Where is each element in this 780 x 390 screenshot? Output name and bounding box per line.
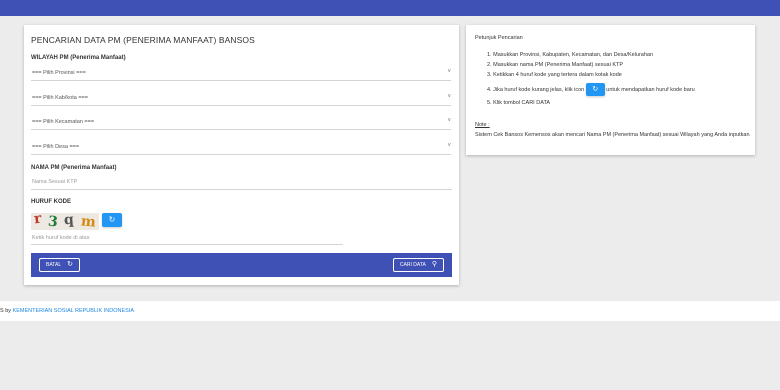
district-select-value: === Pilih Kecamatan === [32,119,95,125]
chevron-down-icon: ˅ [447,118,451,124]
village-select-value: === Pilih Desa === [32,144,80,150]
note-label: Note : [475,122,490,128]
refresh-icon: ↻ [585,83,605,96]
village-select[interactable]: === Pilih Desa === ˅ [31,141,451,155]
chevron-down-icon: ˅ [447,69,451,75]
refresh-icon: ↻ [67,261,73,268]
instruction-step: 1. Masukkan Provinsi, Kabupaten, Kecamat… [487,52,654,58]
instructions-title: Petunjuk Pencarian [475,35,523,41]
footer-link[interactable]: KEMENTERIAN SOSIAL REPUBLIK INDONESIA [13,308,134,314]
province-select[interactable]: === Pilih Provinsi === ˅ [31,67,451,81]
huruf-kode-label: HURUF KODE [31,199,71,205]
cari-data-button[interactable]: CARI DATA ⚲ [392,258,444,272]
district-select[interactable]: === Pilih Kecamatan === ˅ [31,116,451,130]
footer: S by KEMENTERIAN SOSIAL REPUBLIK INDONES… [0,301,780,321]
batal-button[interactable]: BATAL ↻ [39,258,80,272]
instruction-step: 4. Jika huruf kode kurang jelas, klik ic… [487,83,695,96]
instruction-step: 2. Masukkan nama PM (Penerima Manfaat) s… [487,62,624,68]
regency-select-value: === Pilih Kab/kota === [32,95,88,101]
cari-data-button-label: CARI DATA [399,262,426,268]
nama-pm-input[interactable]: Nama Sesuai KTP [31,177,452,190]
search-icon: ⚲ [431,261,437,268]
form-action-bar: BATAL ↻ CARI DATA ⚲ [31,253,452,277]
captcha-refresh-button[interactable]: ↻ [102,213,122,227]
search-form-card: PENCARIAN DATA PM (PENERIMA MANFAAT) BAN… [24,25,459,285]
captcha-image: r 3 q m [31,213,99,230]
captcha-code-input[interactable]: Ketik huruf kode di atas [31,233,343,245]
refresh-icon: ↻ [108,215,116,224]
province-select-value: === Pilih Provinsi === [32,70,86,76]
top-header-bar [0,0,780,16]
note-text: Sistem Cek Bansos Kemensos akan mencari … [475,132,750,138]
chevron-down-icon: ˅ [447,94,451,100]
footer-prefix: S by [0,308,12,314]
instructions-card: Petunjuk Pencarian 1. Masukkan Provinsi,… [466,25,755,155]
wilayah-label: WILAYAH PM (Penerima Manfaat) [31,55,126,61]
nama-pm-label: NAMA PM (Penerima Manfaat) [31,165,117,171]
instruction-step: 3. Ketikkan 4 huruf kode yang tertera da… [487,72,622,78]
batal-button-label: BATAL [46,262,62,268]
regency-select[interactable]: === Pilih Kab/kota === ˅ [31,92,451,106]
form-title: PENCARIAN DATA PM (PENERIMA MANFAAT) BAN… [31,35,255,45]
instruction-step: 5. Klik tombol CARI DATA [487,100,551,106]
chevron-down-icon: ˅ [447,143,451,149]
